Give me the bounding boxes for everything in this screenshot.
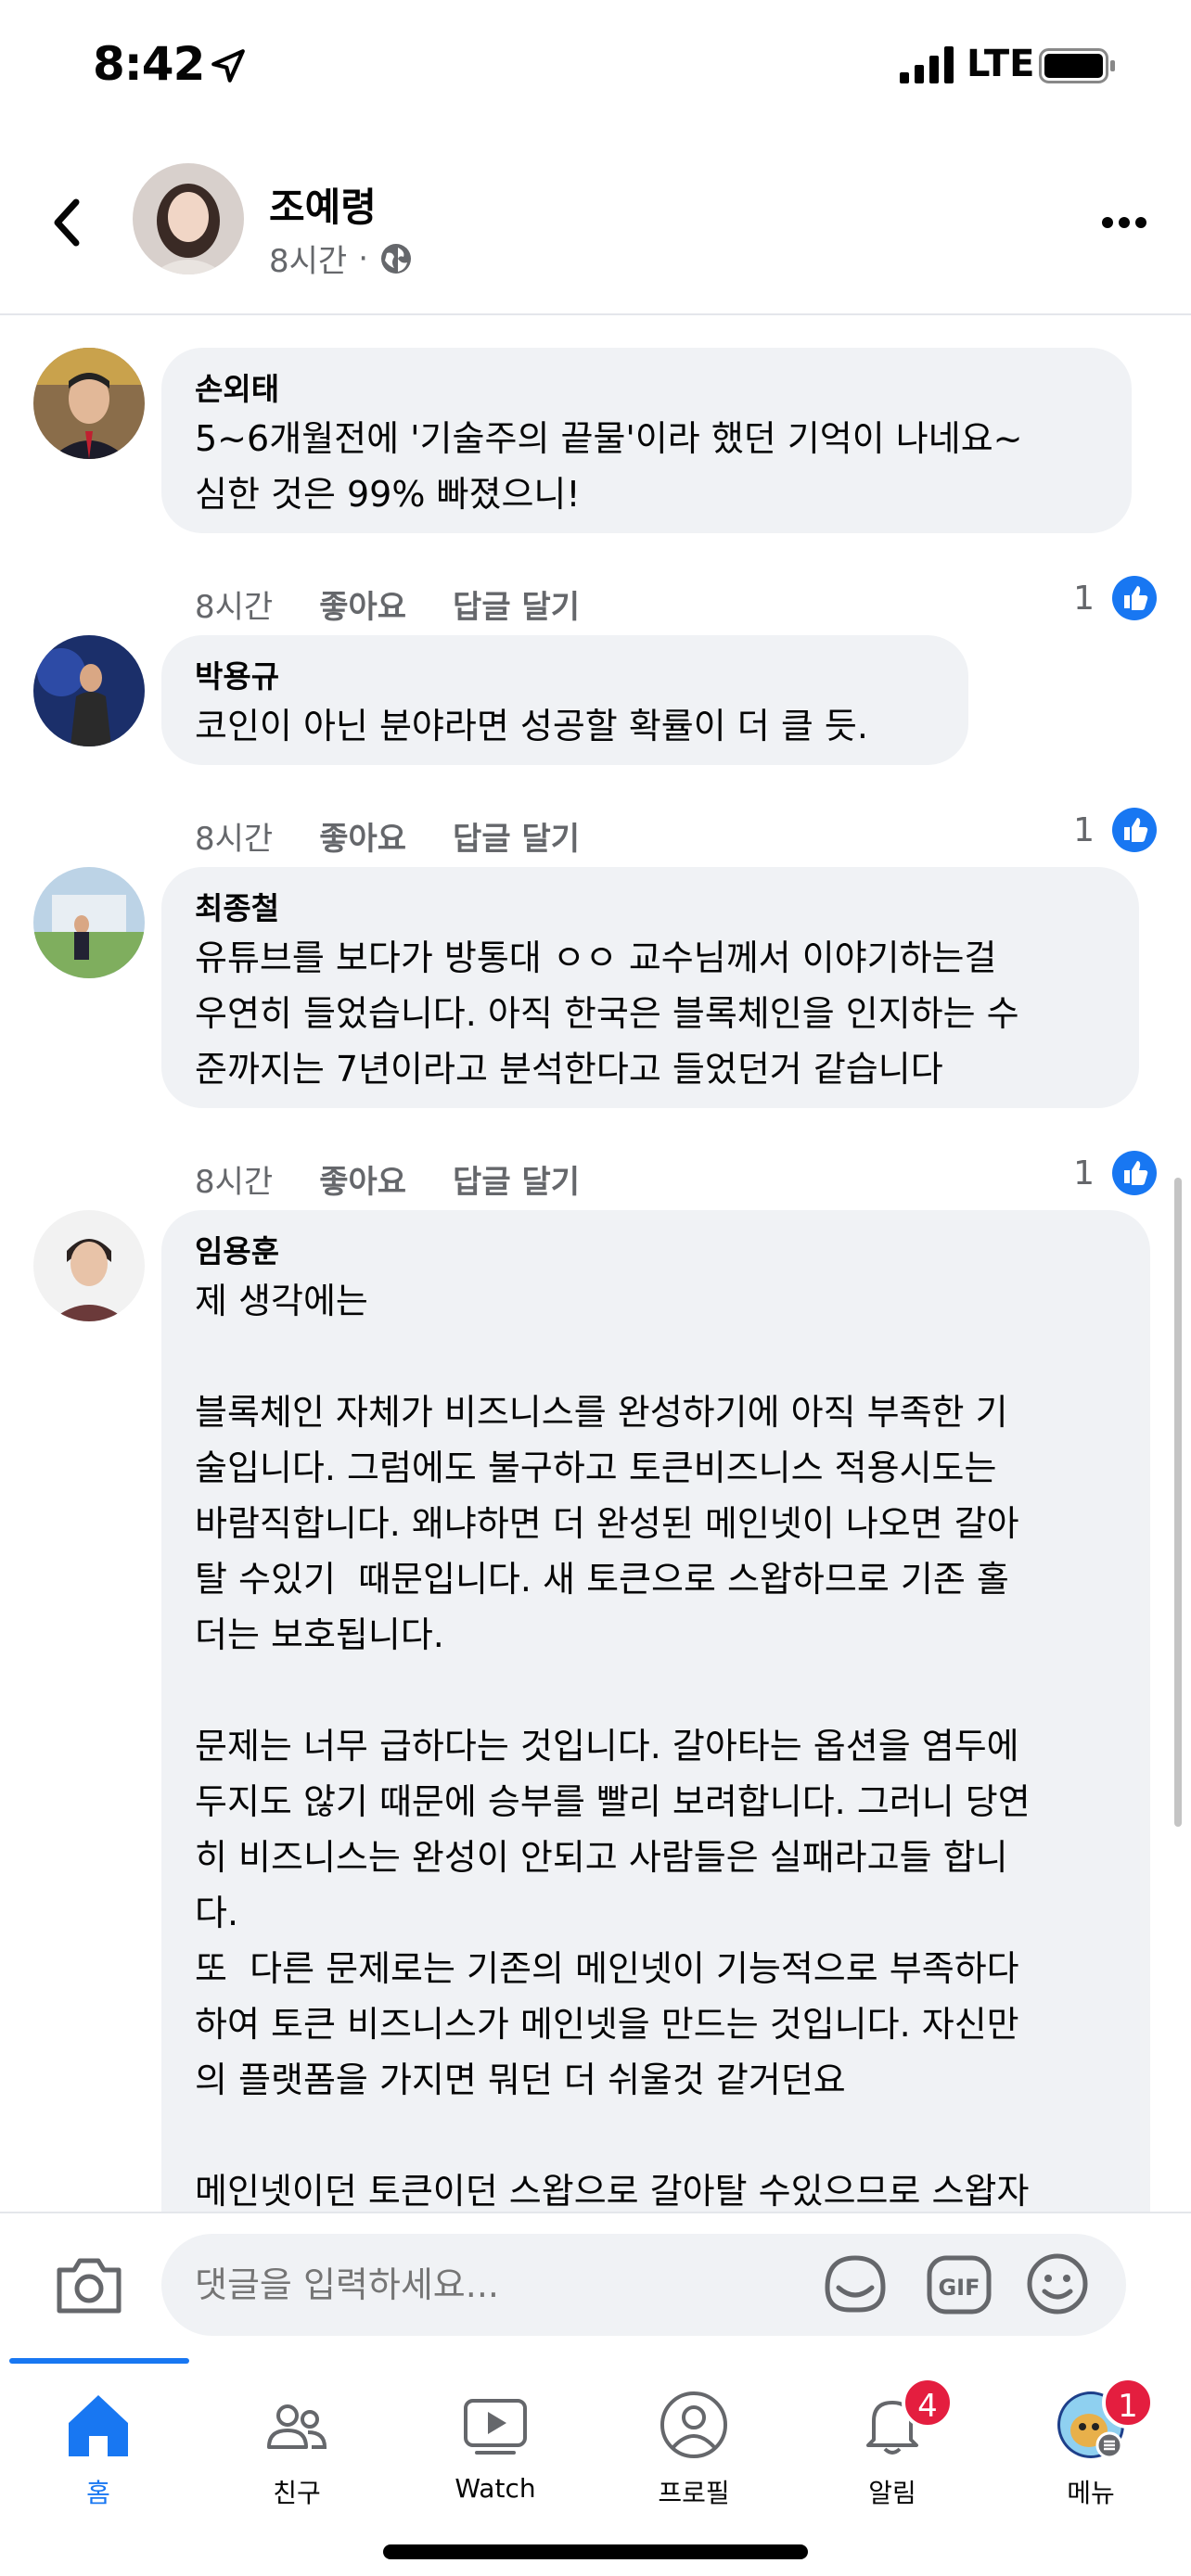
comment-time: 8시간 — [195, 589, 274, 626]
like-count-value: 1 — [1073, 1154, 1095, 1192]
camera-icon[interactable] — [54, 2255, 124, 2315]
home-icon — [69, 2395, 128, 2456]
signal-icon — [900, 46, 954, 83]
nav-profile[interactable]: 프로필 — [601, 2388, 787, 2545]
comment-bubble[interactable]: 박용규 코인이 아닌 분야라면 성공할 확률이 더 클 듯. — [161, 635, 968, 765]
nav-menu-label: 메뉴 — [1067, 2478, 1115, 2508]
comment-bubble[interactable]: 임용훈 제 생각에는 블록체인 자체가 비즈니스를 완성하기에 아직 부족한 기… — [161, 1210, 1150, 2212]
nav-notifications-label: 알림 — [868, 2478, 916, 2508]
thumbs-up-icon — [1112, 808, 1157, 852]
nav-friends[interactable]: 친구 — [204, 2388, 390, 2545]
comment-text: 유튜브를 보다가 방통대 ㅇㅇ 교수님께서 이야기하는걸 우연히 들었습니다. … — [195, 937, 1019, 1090]
menu-badge: 1 — [1102, 2377, 1154, 2429]
network-label: LTE — [967, 43, 1035, 85]
status-time: 8:42 — [93, 37, 205, 91]
nav-watch[interactable]: Watch — [403, 2388, 588, 2545]
location-arrow-icon — [211, 49, 245, 83]
like-button[interactable]: 좋아요 — [319, 581, 406, 627]
nav-home-label: 홈 — [86, 2478, 110, 2508]
post-time: 8시간 — [269, 243, 348, 280]
commenter-avatar[interactable] — [33, 867, 145, 978]
like-count[interactable]: 1 — [1073, 807, 1158, 853]
commenter-name[interactable]: 박용규 — [195, 656, 935, 698]
bottom-navigation: 홈 친구 Watch 프로필 알림 4 메뉴 1 — [0, 2351, 1191, 2576]
commenter-avatar[interactable] — [33, 635, 145, 746]
scrollbar[interactable] — [1174, 1178, 1182, 1827]
nav-profile-label: 프로필 — [658, 2478, 730, 2508]
more-options-icon[interactable] — [1100, 204, 1148, 241]
sticker-icon[interactable] — [822, 2251, 889, 2317]
comment-time: 8시간 — [195, 821, 274, 858]
notification-badge: 4 — [902, 2377, 954, 2429]
comment-actions: 8시간 좋아요 답글 달기 — [195, 1156, 580, 1202]
commenter-name[interactable]: 손외태 — [195, 368, 1098, 411]
commenter-avatar[interactable] — [33, 1210, 145, 1321]
comment-bubble[interactable]: 최종철 유튜브를 보다가 방통대 ㅇㅇ 교수님께서 이야기하는걸 우연히 들었습… — [161, 867, 1139, 1108]
like-count-value: 1 — [1073, 579, 1095, 618]
post-header: 조예령 8시간 · — [0, 139, 1191, 315]
nav-friends-label: 친구 — [273, 2478, 321, 2508]
thumbs-up-icon — [1112, 576, 1157, 620]
status-bar: 8:42 LTE — [0, 0, 1191, 139]
home-indicator — [383, 2544, 808, 2559]
emoji-icon[interactable] — [1024, 2251, 1091, 2317]
nav-menu[interactable]: 메뉴 1 — [998, 2377, 1184, 2545]
reply-button[interactable]: 답글 달기 — [453, 1156, 580, 1202]
author-avatar[interactable] — [133, 163, 244, 274]
commenter-name[interactable]: 최종철 — [195, 887, 1106, 930]
profile-icon — [660, 2391, 727, 2458]
like-count-value: 1 — [1073, 810, 1095, 849]
watch-icon — [464, 2399, 527, 2455]
svg-text:GIF: GIF — [938, 2275, 980, 2301]
like-button[interactable]: 좋아요 — [319, 813, 406, 859]
comment-actions: 8시간 좋아요 답글 달기 — [195, 813, 580, 859]
comments-list[interactable]: 손외태 5~6개월전에 '기술주의 끝물'이라 했던 기억이 나네요~ 심한 것… — [0, 315, 1191, 2212]
comment-bubble[interactable]: 손외태 5~6개월전에 '기술주의 끝물'이라 했던 기억이 나네요~ 심한 것… — [161, 348, 1132, 533]
commenter-name[interactable]: 임용훈 — [195, 1231, 1117, 1273]
reply-button[interactable]: 답글 달기 — [453, 813, 580, 859]
comment-time: 8시간 — [195, 1164, 274, 1201]
like-count[interactable]: 1 — [1073, 575, 1158, 621]
back-chevron-icon[interactable] — [46, 195, 87, 250]
like-count[interactable]: 1 — [1073, 1150, 1158, 1196]
gif-icon[interactable]: GIF — [926, 2254, 992, 2315]
nav-watch-label: Watch — [455, 2473, 536, 2504]
like-button[interactable]: 좋아요 — [319, 1156, 406, 1202]
globe-icon — [381, 243, 412, 274]
comment-text: 5~6개월전에 '기술주의 끝물'이라 했던 기억이 나네요~ 심한 것은 99… — [195, 418, 1023, 515]
nav-notifications[interactable]: 알림 4 — [800, 2377, 985, 2545]
nav-home[interactable]: 홈 — [6, 2388, 191, 2545]
reply-button[interactable]: 답글 달기 — [453, 581, 580, 627]
comment-text: 코인이 아닌 분야라면 성공할 확률이 더 클 듯. — [195, 706, 868, 746]
comment-actions: 8시간 좋아요 답글 달기 — [195, 581, 580, 627]
thumbs-up-icon — [1112, 1151, 1157, 1195]
meta-separator: · — [358, 239, 369, 277]
comment-composer: GIF — [0, 2212, 1191, 2351]
comment-text: 제 생각에는 블록체인 자체가 비즈니스를 완성하기에 아직 부족한 기 술입니… — [195, 1281, 1031, 2212]
commenter-avatar[interactable] — [33, 348, 145, 459]
battery-icon — [1039, 48, 1115, 83]
post-meta: 8시간 · — [269, 236, 413, 281]
friends-icon — [267, 2404, 327, 2449]
active-tab-indicator — [9, 2358, 189, 2364]
author-name[interactable]: 조예령 — [269, 176, 377, 233]
